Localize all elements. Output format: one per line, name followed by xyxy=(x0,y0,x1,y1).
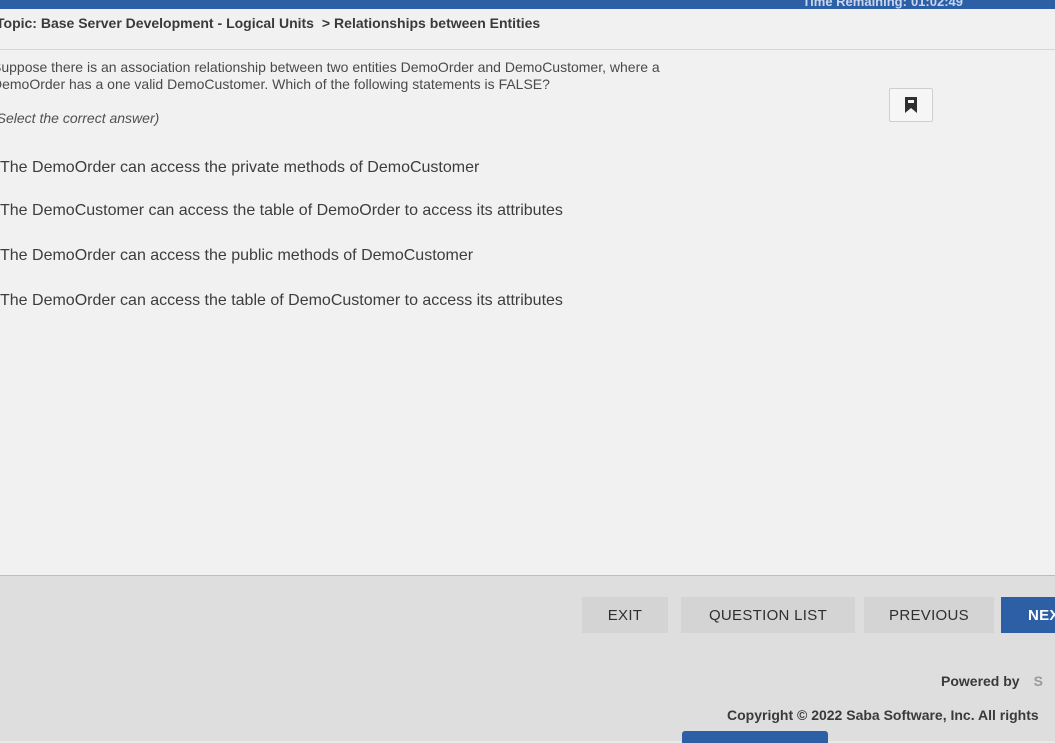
question-panel: Topic: Base Server Development - Logical… xyxy=(0,9,1055,575)
breadcrumb-separator: > xyxy=(321,15,331,31)
copyright: Copyright © 2022 Saba Software, Inc. All… xyxy=(727,707,1039,723)
breadcrumb-module: Logical Units xyxy=(226,15,314,31)
blue-strip xyxy=(682,731,828,743)
bookmark-button[interactable] xyxy=(889,88,933,122)
breadcrumb-topic: Topic: Base Server Development xyxy=(0,15,214,31)
saba-logo: S xyxy=(1033,673,1043,689)
breadcrumb: Topic: Base Server Development - Logical… xyxy=(0,15,540,31)
bookmark-flag-icon xyxy=(905,97,917,113)
exit-button[interactable]: EXIT xyxy=(582,597,668,633)
answer-option-2[interactable]: The DemoCustomer can access the table of… xyxy=(0,202,563,220)
breadcrumb-lesson: Relationships between Entities xyxy=(334,15,541,31)
top-bar: Time Remaining: 01:02:49 xyxy=(0,0,1055,9)
false-keyword: FALSE xyxy=(498,76,543,92)
answer-option-3[interactable]: The DemoOrder can access the public meth… xyxy=(0,247,473,265)
time-remaining: Time Remaining: 01:02:49 xyxy=(802,0,963,9)
divider xyxy=(0,49,1055,50)
next-button[interactable]: NEXT xyxy=(1001,597,1055,633)
powered-by: Powered by S xyxy=(941,673,1043,689)
answer-instruction: (Select the correct answer) xyxy=(0,110,160,126)
footer: EXIT QUESTION LIST PREVIOUS NEXT Powered… xyxy=(0,576,1055,743)
previous-button[interactable]: PREVIOUS xyxy=(864,597,994,633)
answer-option-1[interactable]: The DemoOrder can access the private met… xyxy=(0,159,479,177)
answer-option-4[interactable]: The DemoOrder can access the table of De… xyxy=(0,292,563,310)
question-list-button[interactable]: QUESTION LIST xyxy=(681,597,855,633)
question-text: Suppose there is an association relation… xyxy=(0,59,660,92)
